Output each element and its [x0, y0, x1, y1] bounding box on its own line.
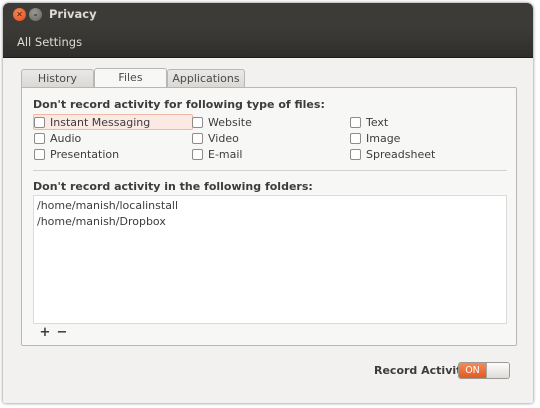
checkbox-box[interactable]	[34, 116, 45, 128]
checkbox-label: Audio	[50, 131, 82, 145]
list-item[interactable]: /home/manish/Dropbox	[37, 215, 166, 228]
checkbox-label: Spreadsheet	[366, 147, 436, 161]
checkbox-box[interactable]	[350, 116, 361, 128]
minimize-icon[interactable]: –	[29, 8, 42, 21]
checkbox-label: Instant Messaging	[50, 115, 151, 129]
file-types-heading: Don't record activity for following type…	[33, 98, 325, 111]
checkbox-box[interactable]	[192, 116, 203, 128]
remove-folder-button[interactable]: −	[55, 326, 69, 340]
checkbox-email[interactable]: E-mail	[192, 146, 243, 162]
checkbox-video[interactable]: Video	[192, 130, 239, 146]
checkbox-label: Text	[366, 115, 389, 129]
checkbox-label: Presentation	[50, 147, 120, 161]
files-tab-panel: Don't record activity for following type…	[21, 87, 517, 346]
add-folder-button[interactable]: +	[38, 326, 52, 340]
list-item[interactable]: /home/manish/localinstall	[37, 199, 178, 212]
checkbox-image[interactable]: Image	[350, 130, 400, 146]
checkbox-box[interactable]	[192, 148, 203, 160]
record-activity-toggle[interactable]: ON	[458, 362, 510, 379]
checkbox-box[interactable]	[34, 132, 45, 144]
checkbox-label: Video	[208, 131, 239, 145]
toggle-state-label: ON	[459, 363, 486, 378]
checkbox-website[interactable]: Website	[192, 114, 252, 130]
checkbox-box[interactable]	[350, 132, 361, 144]
checkbox-box[interactable]	[34, 148, 45, 160]
toolbar: All Settings	[3, 27, 533, 58]
checkbox-label: E-mail	[208, 147, 243, 161]
checkbox-label: Website	[208, 115, 252, 129]
checkbox-audio[interactable]: Audio	[34, 130, 81, 146]
checkbox-box[interactable]	[192, 132, 203, 144]
section-divider	[33, 170, 507, 171]
tab-files[interactable]: Files	[94, 68, 167, 89]
checkbox-instant-messaging[interactable]: Instant Messaging	[33, 114, 193, 130]
checkbox-presentation[interactable]: Presentation	[34, 146, 119, 162]
all-settings-button[interactable]: All Settings	[15, 34, 84, 50]
excluded-folders-list[interactable]: /home/manish/localinstall /home/manish/D…	[33, 195, 507, 324]
close-icon[interactable]: ✕	[13, 8, 26, 21]
checkbox-spreadsheet[interactable]: Spreadsheet	[350, 146, 435, 162]
record-activity-label: Record Activity	[374, 364, 469, 377]
folders-heading: Don't record activity in the following f…	[33, 180, 313, 193]
checkbox-box[interactable]	[350, 148, 361, 160]
checkbox-text[interactable]: Text	[350, 114, 388, 130]
tab-applications[interactable]: Applications	[167, 69, 245, 88]
tab-history[interactable]: History	[21, 69, 94, 88]
toggle-knob[interactable]	[486, 363, 509, 378]
title-bar: ✕ – Privacy	[3, 3, 533, 27]
window-title: Privacy	[49, 7, 97, 21]
checkbox-label: Image	[366, 131, 401, 145]
privacy-window: ✕ – Privacy All Settings History Files A…	[3, 3, 533, 403]
